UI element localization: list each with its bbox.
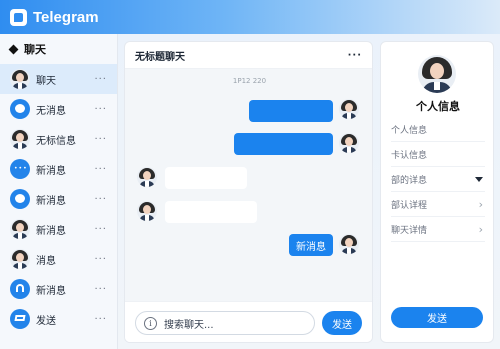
sidebar-item-label: 新消息 — [36, 225, 66, 237]
more-icon[interactable]: ··· — [94, 254, 107, 265]
message-outgoing[interactable]: 新消息 — [289, 234, 333, 256]
send-button[interactable]: 发送 — [322, 311, 362, 335]
title-bar: Telegram — [0, 0, 500, 34]
sidebar-item-label: 聊天 — [36, 75, 56, 87]
profile-panel: 个人信息 个人信息 卡认信息 部的详息 部认详程 › 聊天详情 › 发送 — [380, 41, 494, 343]
more-icon[interactable]: ··· — [94, 134, 107, 145]
sidebar-item-new-message[interactable]: 新消息 ··· — [0, 274, 117, 304]
message-incoming[interactable] — [165, 201, 257, 223]
chat-panel: 无标题聊天 ··· 1P12 220 新消息 i 搜索聊天... 发送 — [124, 41, 373, 343]
more-icon[interactable]: ··· — [94, 104, 107, 115]
chat-bubble-icon — [10, 99, 30, 119]
sidebar: 聊天 聊天 ··· 无消息 ··· 无标信息 ··· ••• 新消息 ··· 新… — [0, 34, 118, 349]
chat-header: 无标题聊天 ··· — [125, 42, 372, 69]
message-text: 新消息 — [296, 241, 326, 253]
more-icon[interactable]: ··· — [348, 50, 362, 61]
app-title: Telegram — [33, 8, 99, 26]
search-input[interactable]: i 搜索聊天... — [135, 311, 315, 335]
search-placeholder: 搜索聊天... — [164, 319, 214, 331]
more-icon[interactable]: ··· — [94, 164, 107, 175]
sidebar-item-new-message[interactable]: ••• 新消息 ··· — [0, 154, 117, 184]
more-icon[interactable]: ··· — [94, 284, 107, 295]
sidebar-item-label: 新消息 — [36, 195, 66, 207]
sidebar-header-label: 聊天 — [24, 43, 46, 56]
profile-row-personal-info[interactable]: 个人信息 — [391, 117, 485, 142]
sidebar-item-send[interactable]: 发送 ··· — [0, 304, 117, 334]
timestamp: 1P12 220 — [232, 77, 267, 85]
message-list[interactable]: 1P12 220 新消息 — [125, 69, 372, 301]
message-outgoing[interactable] — [234, 133, 333, 155]
info-icon[interactable]: i — [144, 316, 157, 330]
message-incoming[interactable] — [165, 167, 247, 189]
avatar — [10, 69, 30, 89]
sidebar-item-label: 消息 — [36, 255, 56, 267]
sidebar-item-label: 发送 — [36, 315, 56, 327]
avatar — [10, 219, 30, 239]
profile-row-chat-details[interactable]: 聊天详情 › — [391, 217, 485, 242]
sidebar-item-no-messages[interactable]: 无消息 ··· — [0, 94, 117, 124]
avatar — [339, 133, 359, 153]
profile-avatar[interactable] — [418, 55, 456, 93]
message-outgoing[interactable] — [249, 100, 333, 122]
profile-row-label: 聊天详情 — [391, 225, 428, 236]
more-icon[interactable]: ··· — [94, 224, 107, 235]
chevron-right-icon: › — [478, 222, 483, 236]
chat-dots-icon: ••• — [10, 159, 30, 179]
chevron-right-icon: › — [478, 197, 483, 211]
profile-row-verify-info[interactable]: 卡认信息 — [391, 142, 485, 167]
avatar — [339, 234, 359, 254]
chat-title: 无标题聊天 — [135, 51, 185, 63]
more-icon[interactable]: ··· — [94, 314, 107, 325]
chat-bubble-icon — [10, 189, 30, 209]
avatar — [339, 99, 359, 119]
sidebar-item-message[interactable]: 消息 ··· — [0, 244, 117, 274]
more-icon[interactable]: ··· — [94, 194, 107, 205]
more-icon[interactable]: ··· — [94, 74, 107, 85]
sidebar-item-label: 无消息 — [36, 105, 66, 117]
layers-icon — [10, 309, 30, 329]
profile-send-button[interactable]: 发送 — [391, 307, 483, 328]
diamond-icon — [8, 44, 19, 54]
sidebar-item-untitled-info[interactable]: 无标信息 ··· — [0, 124, 117, 154]
profile-row-label: 卡认信息 — [391, 150, 428, 161]
composer: i 搜索聊天... 发送 — [125, 301, 372, 342]
sidebar-item-label: 无标信息 — [36, 135, 76, 147]
profile-row-details-dropdown[interactable]: 部的详息 — [391, 167, 485, 192]
sidebar-item-label: 新消息 — [36, 285, 66, 297]
sidebar-header: 聊天 — [0, 34, 117, 64]
caret-down-icon — [475, 176, 483, 182]
sidebar-item-new-message[interactable]: 新消息 ··· — [0, 214, 117, 244]
avatar — [137, 167, 157, 187]
sidebar-item-new-message[interactable]: 新消息 ··· — [0, 184, 117, 214]
sidebar-item-label: 新消息 — [36, 165, 66, 177]
profile-row-label: 部的详息 — [391, 175, 428, 186]
profile-title: 个人信息 — [416, 100, 460, 113]
telegram-logo-icon — [10, 8, 27, 26]
avatar — [10, 249, 30, 269]
sidebar-item-chat[interactable]: 聊天 ··· — [0, 64, 117, 94]
profile-row-label: 个人信息 — [391, 125, 428, 136]
profile-row-label: 部认详程 — [391, 200, 428, 211]
avatar — [137, 201, 157, 221]
profile-row-schedule[interactable]: 部认详程 › — [391, 192, 485, 217]
avatar — [10, 129, 30, 149]
bell-icon — [10, 279, 30, 299]
